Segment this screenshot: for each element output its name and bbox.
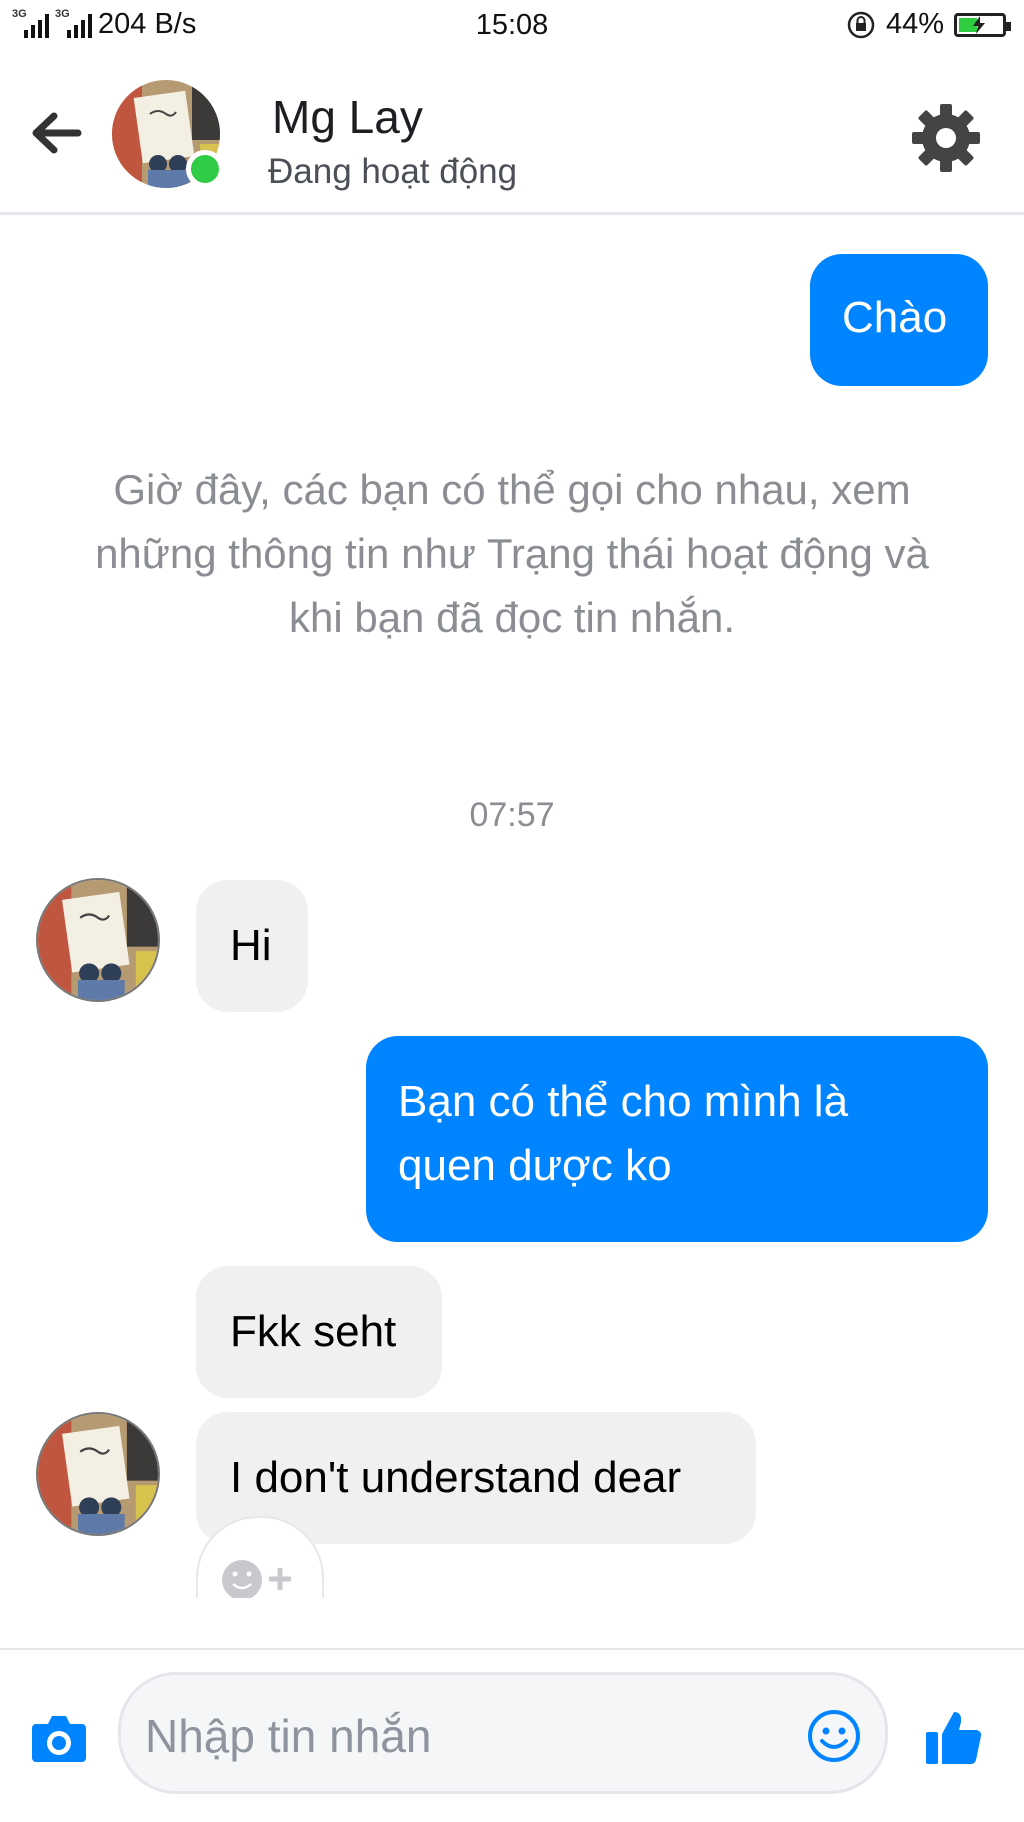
emoji-icon[interactable] bbox=[806, 1708, 862, 1764]
system-notice-line: khi bạn đã đọc tin nhắn. bbox=[288, 594, 735, 641]
status-right: 44% bbox=[846, 8, 1011, 41]
message-text-line: Bạn có thể cho mình là bbox=[398, 1077, 849, 1126]
back-arrow-icon[interactable] bbox=[28, 110, 82, 156]
message-text-line: quen dược ko bbox=[398, 1141, 672, 1190]
system-notice-line: Giờ đây, các bạn có thể gọi cho nhau, xe… bbox=[113, 466, 911, 513]
message-text: Chào bbox=[842, 293, 948, 342]
message-composer: Nhập tin nhắn bbox=[0, 1648, 1024, 1822]
contact-status: Đang hoạt động bbox=[268, 152, 518, 191]
message-bubble-incoming[interactable]: Fkk seht bbox=[196, 1266, 442, 1398]
battery-icon bbox=[954, 12, 1011, 37]
message-text: Fkk seht bbox=[230, 1307, 397, 1356]
message-input[interactable]: Nhập tin nhắn bbox=[118, 1672, 888, 1794]
battery-percent: 44% bbox=[885, 8, 944, 40]
sender-avatar[interactable] bbox=[36, 1412, 160, 1536]
message-bubble-outgoing[interactable]: Bạn có thể cho mình là quen dược ko bbox=[366, 1036, 988, 1242]
message-bubble-outgoing[interactable]: Chào bbox=[810, 254, 988, 386]
rotation-lock-icon bbox=[847, 11, 875, 38]
chat-header: Mg Lay Đang hoạt động bbox=[0, 62, 1024, 215]
avatar-image bbox=[38, 880, 158, 1000]
message-input-placeholder: Nhập tin nhắn bbox=[145, 1710, 432, 1762]
like-icon[interactable] bbox=[924, 1708, 982, 1766]
online-status-dot bbox=[186, 150, 224, 188]
message-text: Hi bbox=[230, 921, 272, 970]
camera-icon[interactable] bbox=[30, 1712, 88, 1764]
message-text: I don't understand dear bbox=[230, 1453, 682, 1502]
status-bar: 3G 3G 204 B/s 15:08 44% bbox=[0, 0, 1024, 50]
avatar-image bbox=[38, 1414, 158, 1534]
message-bubble-incoming[interactable]: Hi bbox=[196, 880, 308, 1012]
contact-name[interactable]: Mg Lay bbox=[272, 90, 423, 144]
system-notice-line: những thông tin như Trạng thái hoạt động… bbox=[95, 530, 929, 577]
gear-icon[interactable] bbox=[910, 102, 982, 174]
system-notice: Giờ đây, các bạn có thể gọi cho nhau, xe… bbox=[20, 458, 1004, 650]
message-timestamp: 07:57 bbox=[469, 796, 555, 834]
sender-avatar[interactable] bbox=[36, 878, 160, 1002]
